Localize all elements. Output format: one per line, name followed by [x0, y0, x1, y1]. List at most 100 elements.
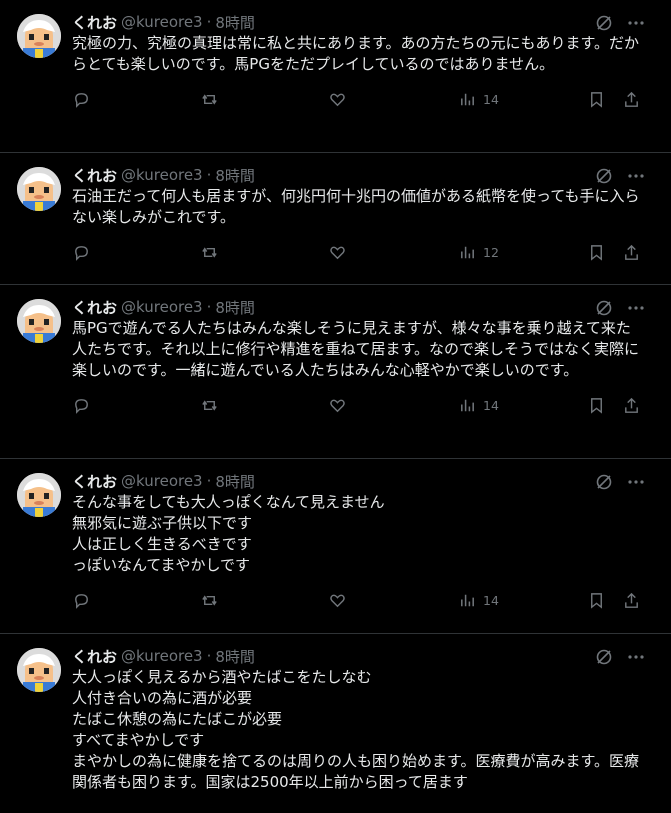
bookmark-button[interactable]: [587, 591, 606, 610]
tweet-text: 馬PGで遊んでる人たちはみんな楽しそうに見えますが、様々な事を乗り越えて来た人た…: [72, 319, 640, 379]
analytics-icon: [461, 399, 474, 411]
like-button[interactable]: [328, 396, 347, 415]
user-handle[interactable]: @kureore3: [121, 472, 203, 490]
share-icon: [625, 397, 638, 413]
repost-button[interactable]: [200, 591, 219, 610]
views-button[interactable]: 12: [458, 243, 499, 262]
like-button[interactable]: [328, 90, 347, 109]
repost-icon: [202, 594, 217, 606]
heart-icon: [330, 93, 345, 106]
header-actions: [595, 299, 645, 317]
avatar[interactable]: [17, 299, 61, 343]
reply-button[interactable]: [72, 396, 91, 415]
display-name[interactable]: くれお: [72, 165, 117, 186]
tweet-header: くれお @kureore3 · 8時間: [72, 12, 655, 32]
bookmark-button[interactable]: [587, 396, 606, 415]
user-handle[interactable]: @kureore3: [121, 298, 203, 316]
view-count: 14: [483, 592, 499, 608]
separator-dot: ·: [206, 647, 212, 665]
grok-icon[interactable]: [595, 299, 613, 317]
repost-button[interactable]: [200, 396, 219, 415]
share-button[interactable]: [622, 90, 641, 109]
analytics-icon: [461, 594, 474, 606]
display-name[interactable]: くれお: [72, 297, 117, 318]
bookmark-icon: [591, 91, 602, 108]
user-handle[interactable]: @kureore3: [121, 13, 203, 31]
avatar[interactable]: [17, 648, 61, 692]
display-name[interactable]: くれお: [72, 646, 117, 667]
separator-dot: ·: [206, 166, 212, 184]
avatar[interactable]: [17, 14, 61, 58]
separator-dot: ·: [206, 298, 212, 316]
share-button[interactable]: [622, 591, 641, 610]
bookmark-button[interactable]: [587, 243, 606, 262]
grok-icon[interactable]: [595, 648, 613, 666]
analytics-icon: [461, 246, 474, 258]
tweet-header: くれお @kureore3 · 8時間: [72, 471, 655, 491]
bookmark-icon: [591, 244, 602, 261]
analytics-icon: [461, 93, 474, 105]
avatar[interactable]: [17, 473, 61, 517]
repost-icon: [202, 246, 217, 258]
repost-button[interactable]: [200, 243, 219, 262]
like-button[interactable]: [328, 243, 347, 262]
heart-icon: [330, 594, 345, 607]
display-name[interactable]: くれお: [72, 471, 117, 492]
reply-icon: [75, 398, 88, 414]
views-button[interactable]: 14: [458, 591, 499, 610]
timestamp[interactable]: 8時間: [215, 165, 255, 186]
reply-button[interactable]: [72, 243, 91, 262]
share-icon: [625, 592, 638, 608]
display-name[interactable]: くれお: [72, 12, 117, 33]
header-actions: [595, 167, 645, 185]
reply-button[interactable]: [72, 90, 91, 109]
views-button[interactable]: 14: [458, 90, 499, 109]
tweet[interactable]: くれお @kureore3 · 8時間 究極の力、究極の真理は常に私と共にありま…: [0, 0, 671, 153]
heart-icon: [330, 246, 345, 259]
tweet[interactable]: くれお @kureore3 · 8時間 馬PGで遊んでる人たちはみんな楽しそうに…: [0, 285, 671, 459]
share-button[interactable]: [622, 243, 641, 262]
more-options-icon[interactable]: [627, 167, 645, 185]
timestamp[interactable]: 8時間: [215, 12, 255, 33]
heart-icon: [330, 399, 345, 412]
tweet-text: そんな事をしても大人っぽくなんて見えません 無邪気に遊ぶ子供以下です 人は正しく…: [72, 493, 385, 574]
user-handle[interactable]: @kureore3: [121, 647, 203, 665]
tweet-header: くれお @kureore3 · 8時間: [72, 297, 655, 317]
tweet-header: くれお @kureore3 · 8時間: [72, 165, 655, 185]
more-options-icon[interactable]: [627, 473, 645, 491]
like-button[interactable]: [328, 591, 347, 610]
tweet-actions: 14: [72, 386, 655, 424]
share-icon: [625, 244, 638, 260]
reply-button[interactable]: [72, 591, 91, 610]
timestamp[interactable]: 8時間: [215, 471, 255, 492]
timestamp[interactable]: 8時間: [215, 297, 255, 318]
reply-icon: [75, 92, 88, 108]
more-options-icon[interactable]: [627, 14, 645, 32]
tweet[interactable]: くれお @kureore3 · 8時間 石油王だって何人も居ますが、何兆円何十兆…: [0, 153, 671, 285]
tweet[interactable]: くれお @kureore3 · 8時間 そんな事をしても大人っぽくなんて見えませ…: [0, 459, 671, 634]
share-button[interactable]: [622, 396, 641, 415]
bookmark-icon: [591, 592, 602, 609]
share-icon: [625, 91, 638, 107]
tweet-actions: 12: [72, 233, 655, 271]
bookmark-button[interactable]: [587, 90, 606, 109]
header-actions: [595, 473, 645, 491]
tweet-actions: 14: [72, 581, 655, 619]
more-options-icon[interactable]: [627, 648, 645, 666]
tweet[interactable]: くれお @kureore3 · 8時間 大人っぽく見えるから酒やたばこをたしなむ…: [0, 634, 671, 813]
avatar[interactable]: [17, 167, 61, 211]
separator-dot: ·: [206, 13, 212, 31]
more-options-icon[interactable]: [627, 299, 645, 317]
view-count: 14: [483, 91, 499, 107]
tweet-header: くれお @kureore3 · 8時間: [72, 646, 655, 666]
user-handle[interactable]: @kureore3: [121, 166, 203, 184]
repost-button[interactable]: [200, 90, 219, 109]
views-button[interactable]: 14: [458, 396, 499, 415]
repost-icon: [202, 399, 217, 411]
header-actions: [595, 14, 645, 32]
view-count: 14: [483, 397, 499, 413]
grok-icon[interactable]: [595, 14, 613, 32]
grok-icon[interactable]: [595, 473, 613, 491]
grok-icon[interactable]: [595, 167, 613, 185]
timestamp[interactable]: 8時間: [215, 646, 255, 667]
